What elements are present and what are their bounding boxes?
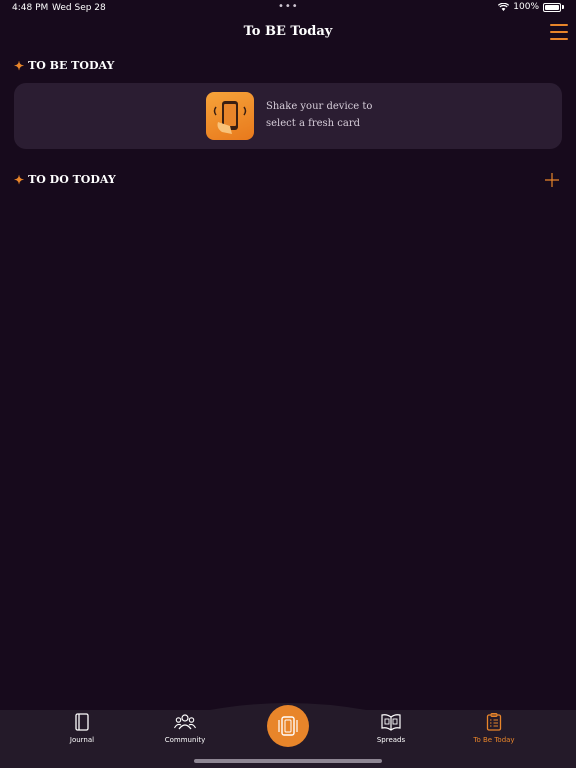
to-do-today-header: ✦ TO DO TODAY [14, 173, 116, 186]
spreads-book-icon [381, 714, 401, 731]
status-bar: 4:48 PM Wed Sep 28 ••• 100% [0, 0, 576, 18]
sparkle-icon: ✦ [14, 58, 25, 73]
wifi-icon [498, 3, 510, 11]
community-icon [174, 714, 196, 730]
battery-percentage: 100% [513, 2, 539, 12]
sparkle-icon: ✦ [14, 172, 25, 187]
status-date: Wed Sep 28 [52, 3, 106, 13]
multitasking-dots-icon[interactable]: ••• [278, 1, 299, 12]
battery-icon [543, 2, 561, 12]
plus-icon [545, 173, 559, 187]
tab-spreads-label: Spreads [376, 736, 406, 744]
shake-instruction-line-2: select a fresh card [266, 118, 360, 129]
status-indicators: 100% [498, 2, 564, 12]
shake-instruction-line-1: Shake your device to [266, 101, 373, 112]
tab-community[interactable]: Community [145, 713, 225, 744]
shake-instruction: Shake your device to select a fresh card [266, 98, 372, 132]
add-todo-button[interactable] [544, 172, 560, 188]
shake-phone-icon [206, 92, 254, 140]
tab-journal[interactable]: Journal [42, 713, 122, 744]
menu-line [550, 24, 568, 26]
deck-icon [278, 716, 298, 736]
hamburger-icon[interactable] [550, 24, 568, 40]
page-title: To BE Today [243, 24, 333, 39]
to-be-today-header: ✦ TO BE TODAY [14, 59, 114, 72]
battery-tip [562, 5, 564, 9]
tab-to-be-today[interactable]: To Be Today [454, 713, 534, 744]
tab-community-label: Community [164, 736, 206, 744]
to-be-today-label: TO BE TODAY [28, 59, 115, 72]
status-time: 4:48 PM [12, 3, 49, 13]
menu-line [550, 38, 568, 40]
tab-spreads[interactable]: Spreads [351, 713, 431, 744]
battery-level-fill [545, 4, 559, 10]
checklist-icon [486, 713, 502, 731]
home-indicator[interactable] [194, 759, 382, 763]
tab-journal-label: Journal [69, 736, 95, 744]
draw-card-button[interactable] [267, 705, 309, 747]
shake-card[interactable]: Shake your device to select a fresh card [14, 83, 562, 149]
tab-to-be-today-label: To Be Today [473, 736, 515, 744]
journal-icon [75, 713, 89, 731]
menu-line [550, 31, 568, 33]
to-do-today-label: TO DO TODAY [28, 173, 116, 186]
